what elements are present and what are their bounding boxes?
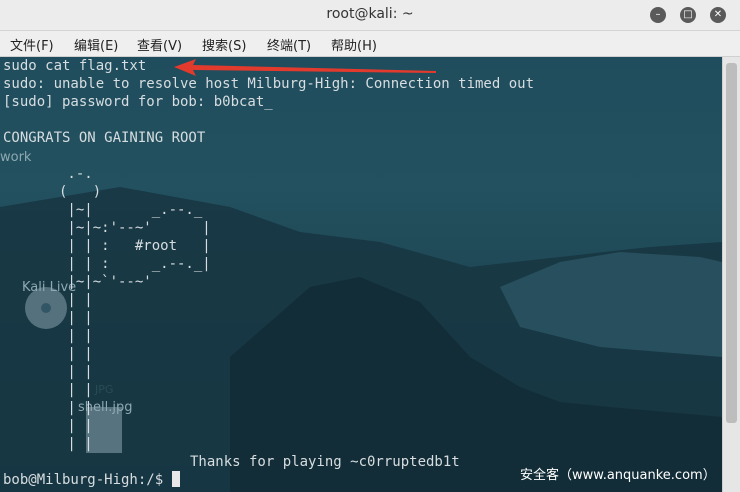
watermark: 安全客（www.anquanke.com） — [520, 468, 716, 483]
menu-terminal[interactable]: 终端(T) — [267, 35, 311, 54]
window-titlebar: root@kali: ~ – □ ✕ — [0, 0, 740, 31]
minimize-icon[interactable]: – — [650, 7, 666, 23]
scrollbar[interactable] — [722, 57, 740, 492]
menu-bar: 文件(F) 编辑(E) 查看(V) 搜索(S) 终端(T) 帮助(H) — [0, 31, 740, 57]
menu-help[interactable]: 帮助(H) — [331, 35, 377, 54]
terminal-line-3: [sudo] password for bob: b0bcat_ — [3, 94, 273, 110]
ascii-art: .-. ( ) |~| _.--._ |~|~:'--~' | | | : #r… — [59, 166, 211, 452]
menu-search[interactable]: 搜索(S) — [202, 35, 246, 54]
terminal-area[interactable]: work Kali Live JPG shell.jpg sudo cat fl… — [0, 57, 722, 492]
menu-view[interactable]: 查看(V) — [137, 35, 182, 54]
close-icon[interactable]: ✕ — [710, 7, 726, 23]
scrollbar-thumb[interactable] — [726, 63, 737, 423]
maximize-icon[interactable]: □ — [680, 7, 696, 23]
prompt-text: bob@Milburg-High:/$ — [3, 472, 172, 488]
thanks-line: Thanks for playing ~c0rruptedb1t — [190, 454, 460, 470]
menu-file[interactable]: 文件(F) — [10, 35, 54, 54]
window-title: root@kali: ~ — [326, 6, 414, 22]
annotation-arrow-icon — [174, 59, 436, 76]
menu-edit[interactable]: 编辑(E) — [74, 35, 118, 54]
text-cursor — [171, 471, 180, 487]
prompt-line: bob@Milburg-High:/$ — [3, 471, 180, 489]
terminal-line-1: sudo cat flag.txt — [3, 58, 147, 74]
terminal-line-5: CONGRATS ON GAINING ROOT — [3, 130, 206, 146]
desktop-label-work: work — [0, 150, 32, 165]
